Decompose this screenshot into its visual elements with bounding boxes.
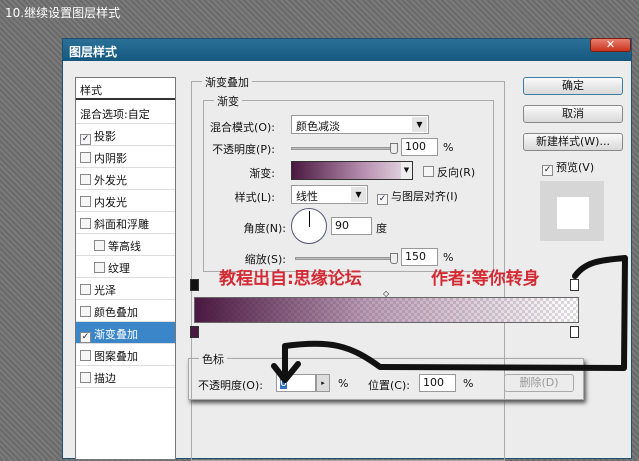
marker-arrow [271, 255, 628, 383]
